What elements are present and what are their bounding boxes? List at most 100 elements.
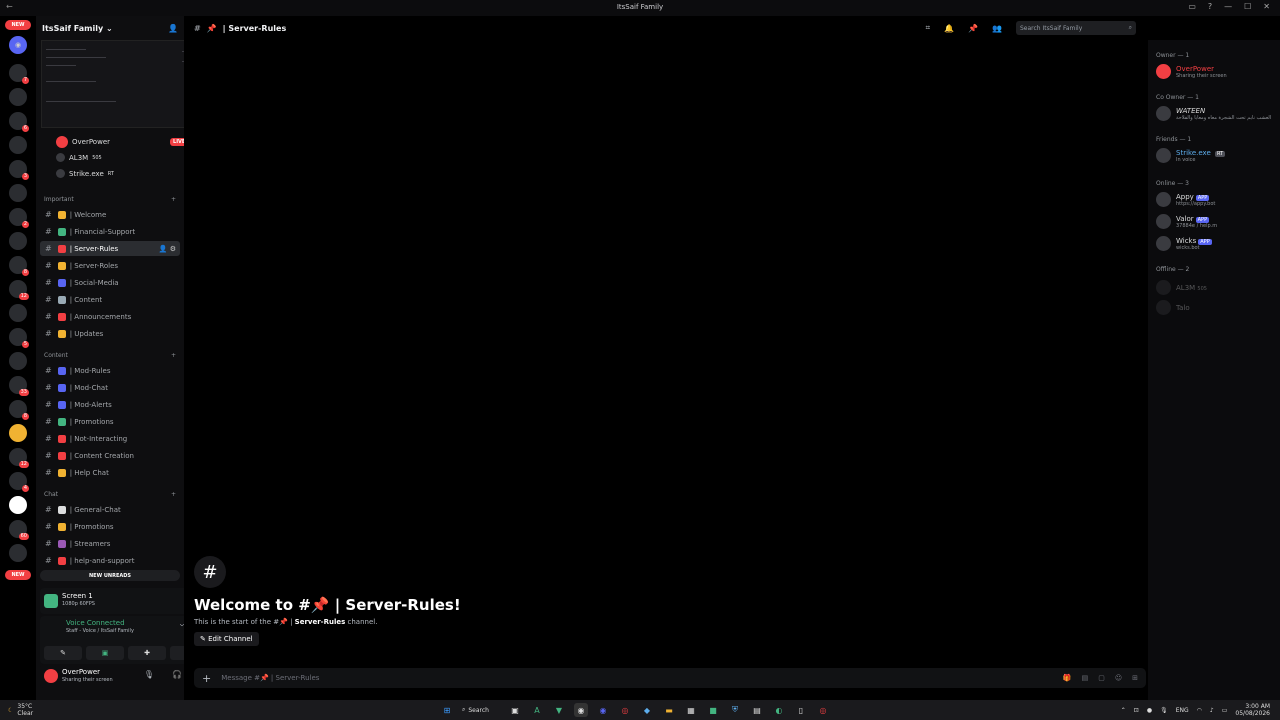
channel-settings-icon[interactable]: 👤 ⚙ [159, 245, 176, 253]
server-icon[interactable] [9, 184, 27, 202]
security-icon[interactable]: ⛨ [728, 703, 742, 717]
server-icon[interactable] [9, 304, 27, 322]
message-composer[interactable]: + Message #📌 | Server-Rules 🎁 ▤ ▢ ☺ ⊞ [194, 668, 1146, 688]
new-unreads-pill[interactable]: NEW UNREADS [40, 570, 180, 581]
server-icon[interactable]: ◉ [9, 36, 27, 54]
server-icon[interactable]: 60 [9, 520, 29, 540]
attach-plus-icon[interactable]: + [202, 672, 211, 685]
app-icon[interactable]: ▼ [552, 703, 566, 717]
edge-icon[interactable]: ◐ [772, 703, 786, 717]
server-icon[interactable] [9, 88, 27, 106]
voice-path[interactable]: Staff - Voice / ItsSaif Family [66, 628, 134, 634]
channel-item[interactable]: # | Welcome [40, 207, 180, 222]
channel-item[interactable]: # | help-and-support [40, 553, 180, 568]
help-icon[interactable]: ? [1208, 2, 1212, 11]
mic-icon[interactable]: 🎙 [144, 670, 154, 679]
camera-button[interactable]: ✎ [44, 646, 82, 660]
channel-item[interactable]: # | Mod-Chat [40, 380, 180, 395]
channel-item[interactable]: # | Social-Media [40, 275, 180, 290]
start-icon[interactable]: ⊞ [440, 703, 454, 717]
weather-widget[interactable]: ☾ 35°C Clear [8, 703, 33, 717]
channel-item[interactable]: # | Updates [40, 326, 180, 341]
member-offline[interactable]: Talo [1156, 300, 1276, 315]
chrome-icon[interactable]: ◎ [618, 703, 632, 717]
minimize-button[interactable]: — [1224, 2, 1232, 11]
channel-item[interactable]: # | Content Creation [40, 448, 180, 463]
plus-icon[interactable]: + [171, 491, 176, 498]
category-important[interactable]: Important + [44, 196, 176, 203]
member-offline[interactable]: AL3M 505 [1156, 280, 1276, 295]
store-icon[interactable]: ▦ [684, 703, 698, 717]
channel-item[interactable]: # | Server-Rules 👤 ⚙ [40, 241, 180, 256]
volume-icon[interactable]: ♪ [1210, 707, 1214, 714]
voice-user[interactable]: AL3M 505 [56, 153, 102, 162]
language-indicator[interactable]: ENG [1176, 707, 1189, 714]
channel-item[interactable]: # | Promotions [40, 519, 180, 534]
category-chat[interactable]: Chat + [44, 491, 176, 498]
server-icon[interactable] [9, 496, 27, 514]
server-icon[interactable] [9, 136, 27, 154]
channel-item[interactable]: # | Promotions [40, 414, 180, 429]
server-icon[interactable]: 7 [9, 64, 29, 84]
app-icon[interactable]: ◎ [816, 703, 830, 717]
discord-icon[interactable]: ◉ [596, 703, 610, 717]
pinned-messages-icon[interactable]: 📌 [968, 24, 978, 33]
channel-item[interactable]: # | Mod-Alerts [40, 397, 180, 412]
member-friend[interactable]: Strike.exe RT In voice [1156, 148, 1276, 163]
avatar[interactable] [44, 669, 58, 683]
sticker-icon[interactable]: ▢ [1098, 674, 1105, 682]
screen-share-button[interactable]: ▣ [86, 646, 124, 660]
server-icon[interactable]: 4 [9, 472, 29, 492]
category-content[interactable]: Content + [44, 352, 176, 359]
server-icon[interactable]: 8 [9, 256, 29, 276]
channel-item[interactable]: # | Mod-Rules [40, 363, 180, 378]
channel-item[interactable]: # | Announcements [40, 309, 180, 324]
clock[interactable]: 3:00 AM 05/08/2026 [1235, 703, 1270, 717]
stream-preview[interactable] [41, 40, 199, 128]
app-icon[interactable]: A [530, 703, 544, 717]
threads-icon[interactable]: ⌗ [926, 23, 931, 33]
member-coowner[interactable]: WATEEN العشب نايم تحت الشجرة معاه ومعايا … [1156, 106, 1276, 121]
channel-item[interactable]: # | Not-Interacting [40, 431, 180, 446]
plus-icon[interactable]: + [171, 196, 176, 203]
discord-icon[interactable]: ◉ [574, 703, 588, 717]
voice-user[interactable]: Strike.exe RT [56, 169, 114, 178]
gift-icon[interactable]: 🎁 [1063, 674, 1072, 682]
mic-tray-icon[interactable]: 🎙 [1160, 707, 1168, 714]
server-icon[interactable]: 5 [9, 328, 29, 348]
notepad-icon[interactable]: ▯ [794, 703, 808, 717]
channel-item[interactable]: # | Content [40, 292, 180, 307]
server-icon[interactable]: 12 [9, 448, 29, 468]
channel-item[interactable]: # | General-Chat [40, 502, 180, 517]
headset-icon[interactable]: 🎧 [172, 670, 182, 679]
member-online[interactable]: Valor APP 37884e / help.m [1156, 214, 1276, 229]
member-owner[interactable]: OverPower Sharing their screen [1156, 64, 1276, 79]
plus-icon[interactable]: + [171, 352, 176, 359]
taskbar-search[interactable]: ⌕ Search [462, 703, 500, 717]
channel-item[interactable]: # | Financial-Support [40, 224, 180, 239]
member-online[interactable]: Wicks APP wicks.bot [1156, 236, 1276, 251]
app-icon[interactable]: ◆ [640, 703, 654, 717]
server-icon[interactable] [9, 232, 27, 250]
server-header[interactable]: ItsSaif Family ⌄ 👤 [36, 16, 184, 40]
member-online[interactable]: Appy APP https://appy.bot [1156, 192, 1276, 207]
voice-user[interactable]: OverPower LIVE [56, 136, 189, 148]
server-icon[interactable]: 8 [9, 400, 29, 420]
member-list-icon[interactable]: 👥 [992, 24, 1002, 33]
wifi-icon[interactable]: ◠ [1197, 707, 1202, 714]
inbox-icon[interactable]: ▭ [1188, 2, 1196, 11]
apps-icon[interactable]: ⊞ [1132, 674, 1138, 682]
server-icon[interactable]: 2 [9, 208, 29, 228]
notification-bell-icon[interactable]: 🔔 [944, 24, 954, 33]
app-icon[interactable]: ▤ [750, 703, 764, 717]
search-input[interactable]: Search ItsSaif Family ⌕ [1016, 21, 1136, 35]
server-icon[interactable] [9, 424, 27, 442]
activities-button[interactable]: ✚ [128, 646, 166, 660]
gif-icon[interactable]: ▤ [1082, 674, 1089, 682]
task-view-icon[interactable]: ▣ [508, 703, 522, 717]
channel-item[interactable]: # | Server-Roles [40, 258, 180, 273]
tray-icon[interactable]: ● [1147, 707, 1152, 714]
server-icon[interactable]: 33 [9, 376, 29, 396]
server-icon[interactable]: 3 [9, 160, 29, 180]
add-member-icon[interactable]: 👤 [168, 24, 178, 33]
